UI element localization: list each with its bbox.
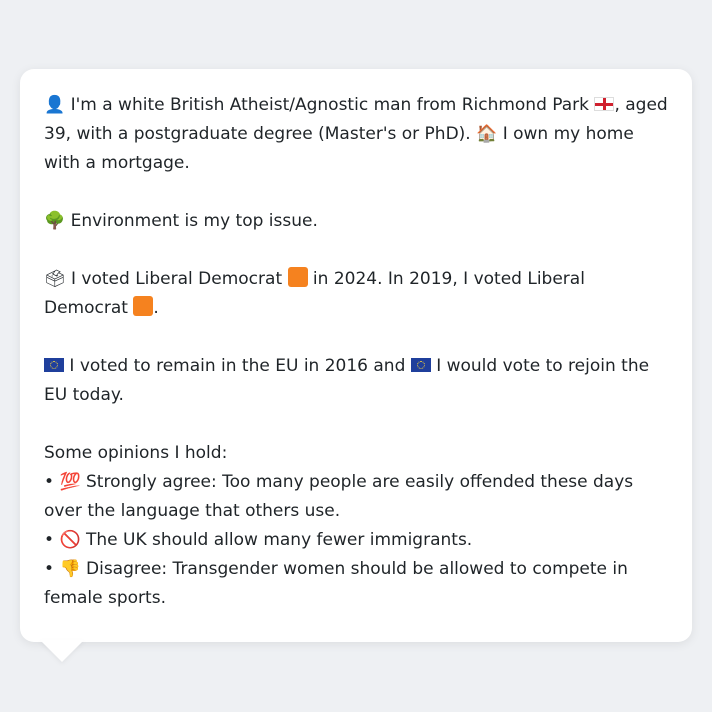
opinion-text: The UK should allow many fewer immigrant…	[86, 530, 473, 550]
opinion-item: • 💯 Strongly agree: Too many people are …	[44, 468, 668, 526]
house-icon: 🏠	[476, 124, 498, 144]
voting-text-3: .	[153, 298, 159, 318]
opinion-text: Disagree: Transgender women should be al…	[44, 559, 628, 608]
opinion-text: Strongly agree: Too many people are easi…	[44, 472, 634, 521]
persona-message-bubble: 👤 I'm a white British Atheist/Agnostic m…	[20, 69, 692, 642]
eu-flag-icon	[410, 358, 431, 372]
england-flag-icon	[594, 97, 615, 111]
eu-paragraph: I voted to remain in the EU in 2016 and …	[44, 352, 668, 410]
opinions-section: Some opinions I hold: • 💯 Strongly agree…	[44, 439, 668, 613]
voting-text-1: I voted Liberal Democrat	[71, 269, 283, 289]
top-issue-text: Environment is my top issue.	[70, 211, 318, 231]
eu-text-1: I voted to remain in the EU in 2016 and	[69, 356, 406, 376]
opinion-item: • 🚫 The UK should allow many fewer immig…	[44, 526, 668, 555]
eu-flag-icon	[44, 358, 64, 372]
bullet: •	[44, 472, 55, 492]
opinion-item: • 👎 Disagree: Transgender women should b…	[44, 555, 668, 613]
lib-dem-orange-square-icon	[287, 267, 308, 287]
intro-paragraph: 👤 I'm a white British Atheist/Agnostic m…	[44, 91, 668, 178]
hundred-points-icon: 💯	[59, 472, 81, 492]
top-issue-paragraph: 🌳 Environment is my top issue.	[44, 207, 668, 236]
bust-in-silhouette-icon: 👤	[44, 95, 66, 115]
thumbs-down-icon: 👎	[59, 559, 81, 579]
bubble-tail	[40, 640, 84, 662]
bullet: •	[44, 559, 55, 579]
intro-text-1: I'm a white British Atheist/Agnostic man…	[70, 95, 590, 115]
lib-dem-orange-square-icon	[133, 296, 154, 316]
deciduous-tree-icon: 🌳	[44, 211, 66, 231]
prohibited-icon: 🚫	[59, 530, 81, 550]
ballot-box-icon: 🗳	[44, 269, 66, 289]
bullet: •	[44, 530, 55, 550]
opinions-heading: Some opinions I hold:	[44, 443, 228, 463]
voting-paragraph: 🗳 I voted Liberal Democrat in 2024. In 2…	[44, 265, 668, 323]
